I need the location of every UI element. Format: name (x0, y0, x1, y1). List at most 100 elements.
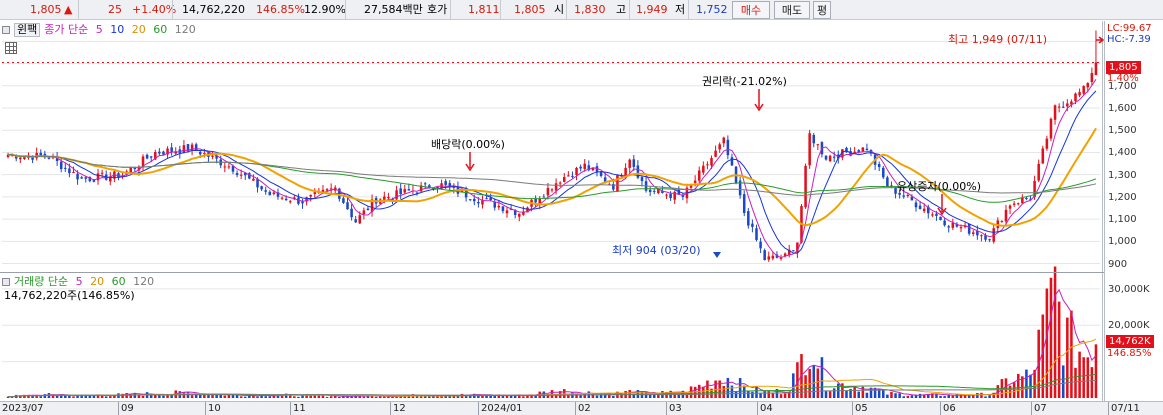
volume-bar (820, 357, 824, 398)
volume-bar (522, 396, 525, 398)
candle-body (640, 177, 644, 181)
volume-bar (751, 391, 754, 398)
volume-bar (423, 396, 427, 398)
legend-checkbox[interactable] (2, 26, 10, 34)
volume-bar (693, 386, 697, 398)
x-label: 07/11 (1108, 402, 1140, 415)
volume-bar (493, 395, 497, 398)
candle-body (665, 194, 668, 196)
volume-bar (329, 396, 333, 398)
volume-bar (967, 395, 971, 398)
candle-body (325, 189, 329, 191)
volume-bar (742, 385, 746, 398)
x-label: 07 (1031, 402, 1047, 415)
candle-body (1094, 62, 1098, 76)
rights-offering-annotation: 유상증자(0.00%) (897, 180, 982, 193)
volume-ma-line-5 (7, 288, 1097, 398)
volume-bar (816, 368, 820, 398)
candle-body (648, 189, 652, 193)
winpack-toggle[interactable]: 윈팩 (14, 23, 41, 37)
candle-body (383, 196, 386, 200)
volume-bar (362, 396, 366, 398)
volume-legend-checkbox[interactable] (2, 278, 10, 286)
candle-body (170, 147, 173, 152)
volume-bar (141, 395, 145, 398)
x-label: 03 (666, 402, 682, 415)
price-tick-label: 1,200 (1108, 191, 1137, 203)
candle-body (444, 181, 447, 185)
candle-body (906, 194, 910, 196)
candle-body (84, 177, 88, 179)
candle-body (792, 250, 795, 252)
volume-ma-label: 거래량 단순 (14, 275, 69, 288)
candle-body (583, 163, 586, 170)
price-tick-label: 1,000 (1108, 236, 1137, 248)
candle-body (342, 198, 345, 203)
volume-bar (268, 396, 272, 398)
candle-body (1016, 203, 1020, 205)
vol-period-120: 120 (133, 275, 155, 288)
candle-body (767, 256, 771, 260)
candle-body (194, 144, 198, 151)
candle-body (264, 190, 267, 192)
current-pct-label: 1.40% (1107, 73, 1139, 84)
candle-body (100, 172, 104, 174)
ma-period-60: 60 (153, 23, 168, 36)
candle-body (902, 195, 905, 197)
candle-body (567, 175, 570, 177)
candle-body (755, 228, 758, 240)
volume-bar (31, 395, 34, 398)
volume-bar (350, 396, 353, 398)
candle-body (350, 208, 353, 218)
volume-bar (918, 393, 922, 398)
candle-body (329, 188, 333, 190)
pane-divider[interactable] (0, 272, 1163, 273)
high-arrow-icon (1096, 36, 1105, 44)
volume-legend: 거래량 단순 5 20 60 120 (2, 275, 158, 289)
volume-bar (853, 386, 856, 398)
volume-bar (865, 392, 869, 398)
volume-bar (264, 396, 267, 398)
grid-icon[interactable] (5, 42, 17, 54)
volume-bar (767, 391, 771, 398)
volume-bar (971, 395, 975, 398)
candle-body (235, 173, 239, 175)
volume-bar (877, 389, 881, 398)
volume-bar (824, 391, 828, 398)
volume-bar (632, 394, 636, 398)
candle-body (546, 188, 550, 196)
candle-body (268, 191, 272, 196)
candle-body (971, 232, 975, 235)
candle-body (260, 186, 263, 190)
candle-body (816, 144, 820, 146)
candle-body (579, 166, 582, 169)
candle-body (19, 157, 22, 160)
candle-body (632, 159, 636, 167)
volume-bar (1061, 365, 1065, 398)
candle-body (898, 192, 901, 195)
candle-body (804, 165, 807, 208)
candle-body (726, 139, 730, 156)
candle-body (301, 201, 304, 204)
candle-body (575, 167, 578, 176)
volume-bar (338, 396, 341, 398)
x-axis[interactable]: 2023/07 09 10 11 12 2024/01 02 03 04 05 … (0, 401, 1163, 415)
volume-bar (55, 395, 59, 398)
candle-body (199, 151, 202, 155)
candle-body (1066, 103, 1069, 107)
x-label: 06 (940, 402, 956, 415)
vol-period-20: 20 (90, 275, 105, 288)
volume-bar (890, 392, 893, 398)
candle-body (395, 190, 398, 200)
low-arrow-icon (713, 252, 721, 258)
price-volume-chart (2, 30, 1105, 398)
candle-body (563, 177, 566, 182)
candle-body (624, 167, 627, 177)
candle-body (771, 255, 775, 259)
volume-bar (223, 395, 227, 398)
volume-bar (1074, 367, 1077, 398)
candle-body (1057, 106, 1061, 108)
vol-period-60: 60 (111, 275, 126, 288)
candle-body (309, 194, 312, 197)
volume-bar (906, 395, 910, 398)
